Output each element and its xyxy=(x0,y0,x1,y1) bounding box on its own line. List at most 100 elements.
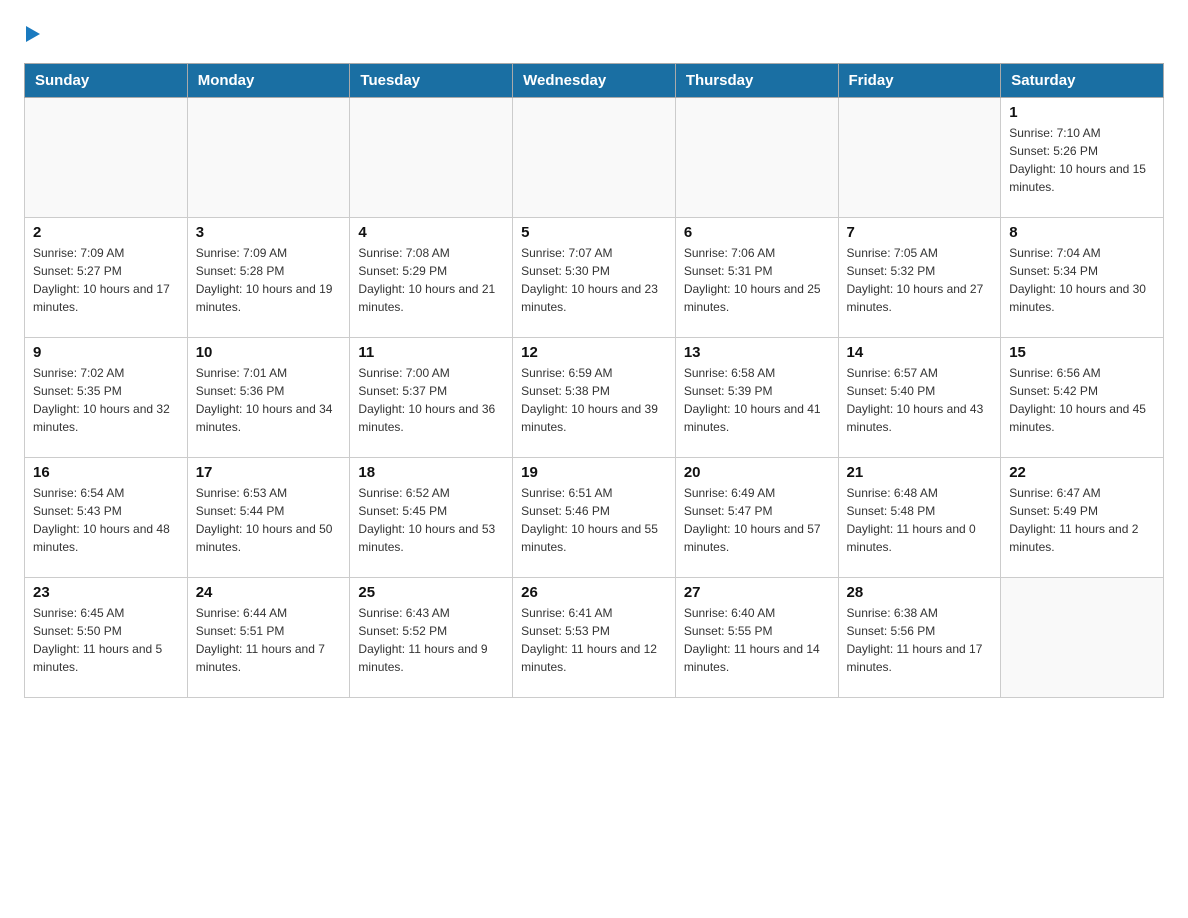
day-info: Sunrise: 6:44 AM Sunset: 5:51 PM Dayligh… xyxy=(196,604,342,676)
day-info: Sunrise: 6:41 AM Sunset: 5:53 PM Dayligh… xyxy=(521,604,667,676)
day-number: 8 xyxy=(1009,224,1155,241)
calendar-cell: 10 Sunrise: 7:01 AM Sunset: 5:36 PM Dayli… xyxy=(187,338,350,458)
day-number: 26 xyxy=(521,584,667,601)
day-info: Sunrise: 6:59 AM Sunset: 5:38 PM Dayligh… xyxy=(521,364,667,436)
day-number: 27 xyxy=(684,584,830,601)
calendar-cell xyxy=(1001,578,1164,698)
weekday-header-wednesday: Wednesday xyxy=(513,64,676,98)
day-info: Sunrise: 6:47 AM Sunset: 5:49 PM Dayligh… xyxy=(1009,484,1155,556)
day-number: 7 xyxy=(847,224,993,241)
day-info: Sunrise: 6:58 AM Sunset: 5:39 PM Dayligh… xyxy=(684,364,830,436)
calendar-cell: 3Sunrise: 7:09 AM Sunset: 5:28 PM Daylig… xyxy=(187,218,350,338)
calendar-cell: 1 Sunrise: 7:10 AM Sunset: 5:26 PM Daylig… xyxy=(1001,98,1164,218)
calendar-cell: 26 Sunrise: 6:41 AM Sunset: 5:53 PM Dayli… xyxy=(513,578,676,698)
day-info: Sunrise: 6:45 AM Sunset: 5:50 PM Dayligh… xyxy=(33,604,179,676)
calendar-cell: 9 Sunrise: 7:02 AM Sunset: 5:35 PM Daylig… xyxy=(25,338,188,458)
day-info: Sunrise: 6:57 AM Sunset: 5:40 PM Dayligh… xyxy=(847,364,993,436)
day-number: 5 xyxy=(521,224,667,241)
day-number: 17 xyxy=(196,464,342,481)
day-number: 2 xyxy=(33,224,179,241)
calendar-cell: 25 Sunrise: 6:43 AM Sunset: 5:52 PM Dayli… xyxy=(350,578,513,698)
day-number: 18 xyxy=(358,464,504,481)
day-info: Sunrise: 7:04 AM Sunset: 5:34 PM Dayligh… xyxy=(1009,244,1155,316)
calendar-cell: 17 Sunrise: 6:53 AM Sunset: 5:44 PM Dayli… xyxy=(187,458,350,578)
calendar-cell xyxy=(25,98,188,218)
logo xyxy=(24,24,40,47)
calendar-cell: 27 Sunrise: 6:40 AM Sunset: 5:55 PM Dayli… xyxy=(675,578,838,698)
week-row-1: 1 Sunrise: 7:10 AM Sunset: 5:26 PM Daylig… xyxy=(25,98,1164,218)
day-number: 1 xyxy=(1009,104,1155,121)
calendar-cell: 15 Sunrise: 6:56 AM Sunset: 5:42 PM Dayli… xyxy=(1001,338,1164,458)
day-info: Sunrise: 7:02 AM Sunset: 5:35 PM Dayligh… xyxy=(33,364,179,436)
day-info: Sunrise: 7:08 AM Sunset: 5:29 PM Dayligh… xyxy=(358,244,504,316)
calendar-cell: 12 Sunrise: 6:59 AM Sunset: 5:38 PM Dayli… xyxy=(513,338,676,458)
calendar-cell xyxy=(350,98,513,218)
calendar-table: SundayMondayTuesdayWednesdayThursdayFrid… xyxy=(24,63,1164,698)
calendar-cell: 5 Sunrise: 7:07 AM Sunset: 5:30 PM Daylig… xyxy=(513,218,676,338)
day-number: 14 xyxy=(847,344,993,361)
weekday-header-row: SundayMondayTuesdayWednesdayThursdayFrid… xyxy=(25,64,1164,98)
day-info: Sunrise: 7:05 AM Sunset: 5:32 PM Dayligh… xyxy=(847,244,993,316)
day-number: 12 xyxy=(521,344,667,361)
weekday-header-monday: Monday xyxy=(187,64,350,98)
calendar-cell: 8 Sunrise: 7:04 AM Sunset: 5:34 PM Daylig… xyxy=(1001,218,1164,338)
weekday-header-saturday: Saturday xyxy=(1001,64,1164,98)
day-number: 9 xyxy=(33,344,179,361)
calendar-cell: 22 Sunrise: 6:47 AM Sunset: 5:49 PM Dayli… xyxy=(1001,458,1164,578)
day-info: Sunrise: 6:40 AM Sunset: 5:55 PM Dayligh… xyxy=(684,604,830,676)
day-info: Sunrise: 7:10 AM Sunset: 5:26 PM Dayligh… xyxy=(1009,124,1155,196)
day-number: 10 xyxy=(196,344,342,361)
page-header xyxy=(24,24,1164,47)
day-number: 20 xyxy=(684,464,830,481)
calendar-cell: 16 Sunrise: 6:54 AM Sunset: 5:43 PM Dayli… xyxy=(25,458,188,578)
day-number: 25 xyxy=(358,584,504,601)
day-number: 16 xyxy=(33,464,179,481)
day-info: Sunrise: 6:48 AM Sunset: 5:48 PM Dayligh… xyxy=(847,484,993,556)
day-number: 19 xyxy=(521,464,667,481)
day-info: Sunrise: 7:01 AM Sunset: 5:36 PM Dayligh… xyxy=(196,364,342,436)
calendar-cell: 14 Sunrise: 6:57 AM Sunset: 5:40 PM Dayli… xyxy=(838,338,1001,458)
day-info: Sunrise: 7:09 AM Sunset: 5:27 PM Dayligh… xyxy=(33,244,179,316)
day-number: 21 xyxy=(847,464,993,481)
calendar-cell: 23 Sunrise: 6:45 AM Sunset: 5:50 PM Dayli… xyxy=(25,578,188,698)
day-info: Sunrise: 7:00 AM Sunset: 5:37 PM Dayligh… xyxy=(358,364,504,436)
calendar-cell: 11 Sunrise: 7:00 AM Sunset: 5:37 PM Dayli… xyxy=(350,338,513,458)
day-info: Sunrise: 7:07 AM Sunset: 5:30 PM Dayligh… xyxy=(521,244,667,316)
day-number: 13 xyxy=(684,344,830,361)
calendar-cell: 6 Sunrise: 7:06 AM Sunset: 5:31 PM Daylig… xyxy=(675,218,838,338)
day-info: Sunrise: 6:53 AM Sunset: 5:44 PM Dayligh… xyxy=(196,484,342,556)
day-number: 4 xyxy=(358,224,504,241)
day-info: Sunrise: 6:38 AM Sunset: 5:56 PM Dayligh… xyxy=(847,604,993,676)
calendar-cell: 18Sunrise: 6:52 AM Sunset: 5:45 PM Dayli… xyxy=(350,458,513,578)
day-info: Sunrise: 6:56 AM Sunset: 5:42 PM Dayligh… xyxy=(1009,364,1155,436)
week-row-5: 23 Sunrise: 6:45 AM Sunset: 5:50 PM Dayli… xyxy=(25,578,1164,698)
calendar-cell: 24 Sunrise: 6:44 AM Sunset: 5:51 PM Dayli… xyxy=(187,578,350,698)
day-number: 6 xyxy=(684,224,830,241)
day-number: 22 xyxy=(1009,464,1155,481)
week-row-4: 16 Sunrise: 6:54 AM Sunset: 5:43 PM Dayli… xyxy=(25,458,1164,578)
calendar-cell: 2 Sunrise: 7:09 AM Sunset: 5:27 PM Daylig… xyxy=(25,218,188,338)
day-info: Sunrise: 7:06 AM Sunset: 5:31 PM Dayligh… xyxy=(684,244,830,316)
calendar-cell: 13 Sunrise: 6:58 AM Sunset: 5:39 PM Dayli… xyxy=(675,338,838,458)
logo-arrow-icon xyxy=(26,26,40,47)
week-row-2: 2 Sunrise: 7:09 AM Sunset: 5:27 PM Daylig… xyxy=(25,218,1164,338)
day-info: Sunrise: 6:51 AM Sunset: 5:46 PM Dayligh… xyxy=(521,484,667,556)
weekday-header-sunday: Sunday xyxy=(25,64,188,98)
calendar-cell: 7 Sunrise: 7:05 AM Sunset: 5:32 PM Daylig… xyxy=(838,218,1001,338)
day-number: 11 xyxy=(358,344,504,361)
day-info: Sunrise: 6:43 AM Sunset: 5:52 PM Dayligh… xyxy=(358,604,504,676)
day-number: 15 xyxy=(1009,344,1155,361)
calendar-cell xyxy=(838,98,1001,218)
day-number: 24 xyxy=(196,584,342,601)
calendar-cell xyxy=(675,98,838,218)
calendar-cell: 28 Sunrise: 6:38 AM Sunset: 5:56 PM Dayli… xyxy=(838,578,1001,698)
calendar-cell: 21 Sunrise: 6:48 AM Sunset: 5:48 PM Dayli… xyxy=(838,458,1001,578)
day-info: Sunrise: 6:54 AM Sunset: 5:43 PM Dayligh… xyxy=(33,484,179,556)
calendar-cell xyxy=(513,98,676,218)
calendar-cell xyxy=(187,98,350,218)
weekday-header-tuesday: Tuesday xyxy=(350,64,513,98)
weekday-header-friday: Friday xyxy=(838,64,1001,98)
day-number: 28 xyxy=(847,584,993,601)
week-row-3: 9 Sunrise: 7:02 AM Sunset: 5:35 PM Daylig… xyxy=(25,338,1164,458)
day-number: 23 xyxy=(33,584,179,601)
